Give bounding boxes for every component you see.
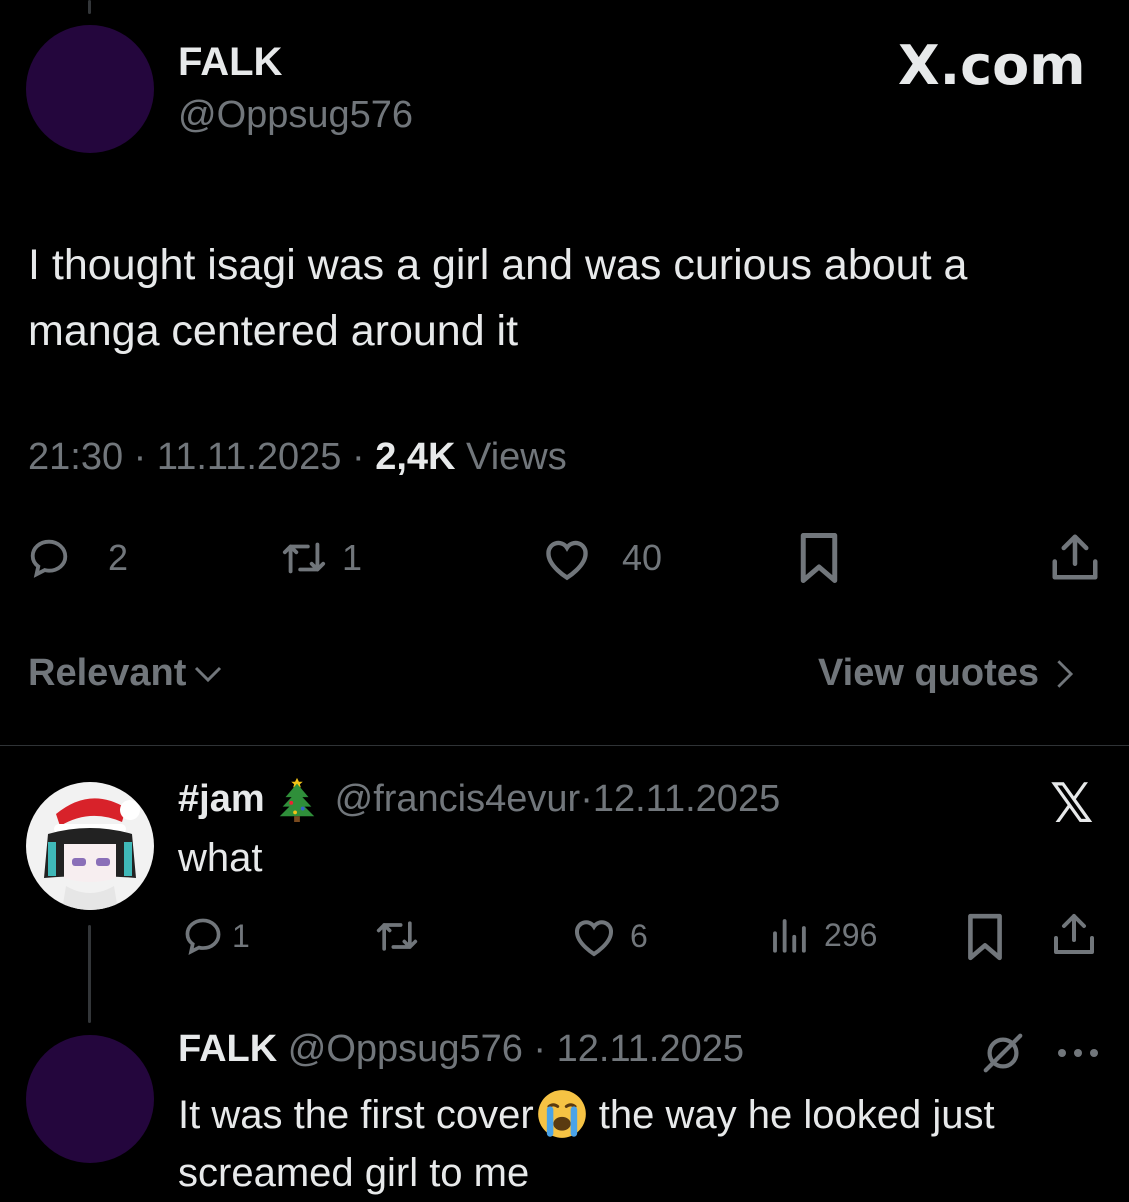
views-button[interactable]: 296	[768, 914, 877, 956]
repost-button[interactable]: 1	[278, 533, 362, 583]
like-count: 40	[622, 537, 663, 578]
crying-face-icon	[537, 1090, 586, 1138]
repost-count: 1	[342, 537, 363, 578]
display-name[interactable]: #jam	[178, 778, 265, 821]
tweet-time[interactable]: 21:30	[28, 436, 123, 478]
avatar[interactable]	[26, 782, 154, 910]
like-count: 6	[630, 917, 648, 954]
x-logo-icon: 𝕏	[1050, 772, 1094, 835]
display-name[interactable]: FALK	[178, 1028, 277, 1070]
avatar[interactable]	[26, 1035, 154, 1163]
tweet-date[interactable]: 11.11.2025	[157, 436, 342, 478]
repost-icon	[282, 542, 326, 574]
divider	[0, 745, 1129, 746]
christmas-tree-icon	[279, 777, 314, 822]
sort-label: Relevant	[28, 652, 187, 694]
like-button[interactable]: 40	[540, 533, 662, 583]
more-button[interactable]	[1056, 1046, 1100, 1065]
grok-button[interactable]	[980, 1030, 1026, 1081]
reply-date[interactable]: 12.11.2025	[593, 778, 780, 821]
like-button[interactable]: 6	[570, 914, 648, 958]
grok-icon	[983, 1033, 1023, 1073]
share-button[interactable]	[1048, 530, 1102, 584]
views-label: Views	[466, 436, 567, 478]
reply-header: #jam @francis4evur · 12.11.2025	[178, 776, 780, 822]
reply-icon	[30, 539, 68, 578]
bookmark-button[interactable]	[796, 531, 842, 585]
chevron-down-icon	[195, 666, 222, 682]
reply-text-line: screamed girl to me	[178, 1151, 530, 1195]
reply-button[interactable]: 2	[26, 533, 128, 583]
share-button[interactable]	[1050, 910, 1098, 958]
repost-button[interactable]	[370, 914, 424, 958]
reply-date[interactable]: 12.11.2025	[557, 1028, 744, 1070]
share-icon	[1054, 914, 1094, 954]
display-name[interactable]: FALK	[178, 40, 282, 85]
reply-text: what	[178, 836, 263, 880]
like-icon	[575, 920, 613, 957]
reply-count: 2	[108, 537, 129, 578]
thread-line-top	[88, 0, 91, 14]
reply-icon	[185, 918, 221, 955]
views-count[interactable]: 2,4K	[375, 436, 455, 478]
avatar[interactable]	[26, 25, 154, 153]
handle[interactable]: @Oppsug576	[178, 94, 413, 137]
avatar-anime-icon	[44, 798, 140, 910]
like-icon	[546, 540, 588, 581]
thread-line	[88, 925, 91, 1023]
more-icon	[1058, 1049, 1098, 1057]
reply-button[interactable]: 1	[180, 914, 250, 958]
tweet-text-line: I thought isagi was a girl and was curio…	[28, 241, 968, 289]
share-icon	[1052, 534, 1098, 580]
tweet-text-line: manga centered around it	[28, 307, 519, 355]
reply-text: It was the first cover the way he looked…	[178, 1086, 995, 1202]
view-quotes-link[interactable]: View quotes	[818, 652, 1081, 695]
handle[interactable]: @Oppsug576	[288, 1028, 523, 1070]
tweet-meta: 21:30 · 11.11.2025 · 2,4K Views	[28, 436, 567, 478]
tweet-text: I thought isagi was a girl and was curio…	[28, 232, 967, 364]
view-quotes-label: View quotes	[818, 652, 1040, 694]
views-icon	[773, 919, 806, 953]
chevron-right-icon	[1057, 659, 1074, 688]
sort-replies-button[interactable]: Relevant	[28, 652, 226, 695]
bookmark-icon	[968, 913, 1002, 961]
reply-text-part: the way he looked just	[587, 1093, 995, 1137]
bookmark-icon	[800, 533, 838, 583]
views-count: 296	[824, 916, 878, 953]
repost-icon	[376, 921, 418, 951]
reply-header: FALK @Oppsug576 · 12.11.2025	[178, 1028, 745, 1070]
x-logo-brand: X.com	[898, 34, 1086, 97]
reply-text-part: It was the first cover	[178, 1093, 534, 1137]
bookmark-button[interactable]	[964, 912, 1006, 962]
handle[interactable]: @francis4evur	[335, 778, 581, 821]
reply-count: 1	[232, 917, 250, 954]
brand-text: X.com	[898, 34, 1086, 97]
